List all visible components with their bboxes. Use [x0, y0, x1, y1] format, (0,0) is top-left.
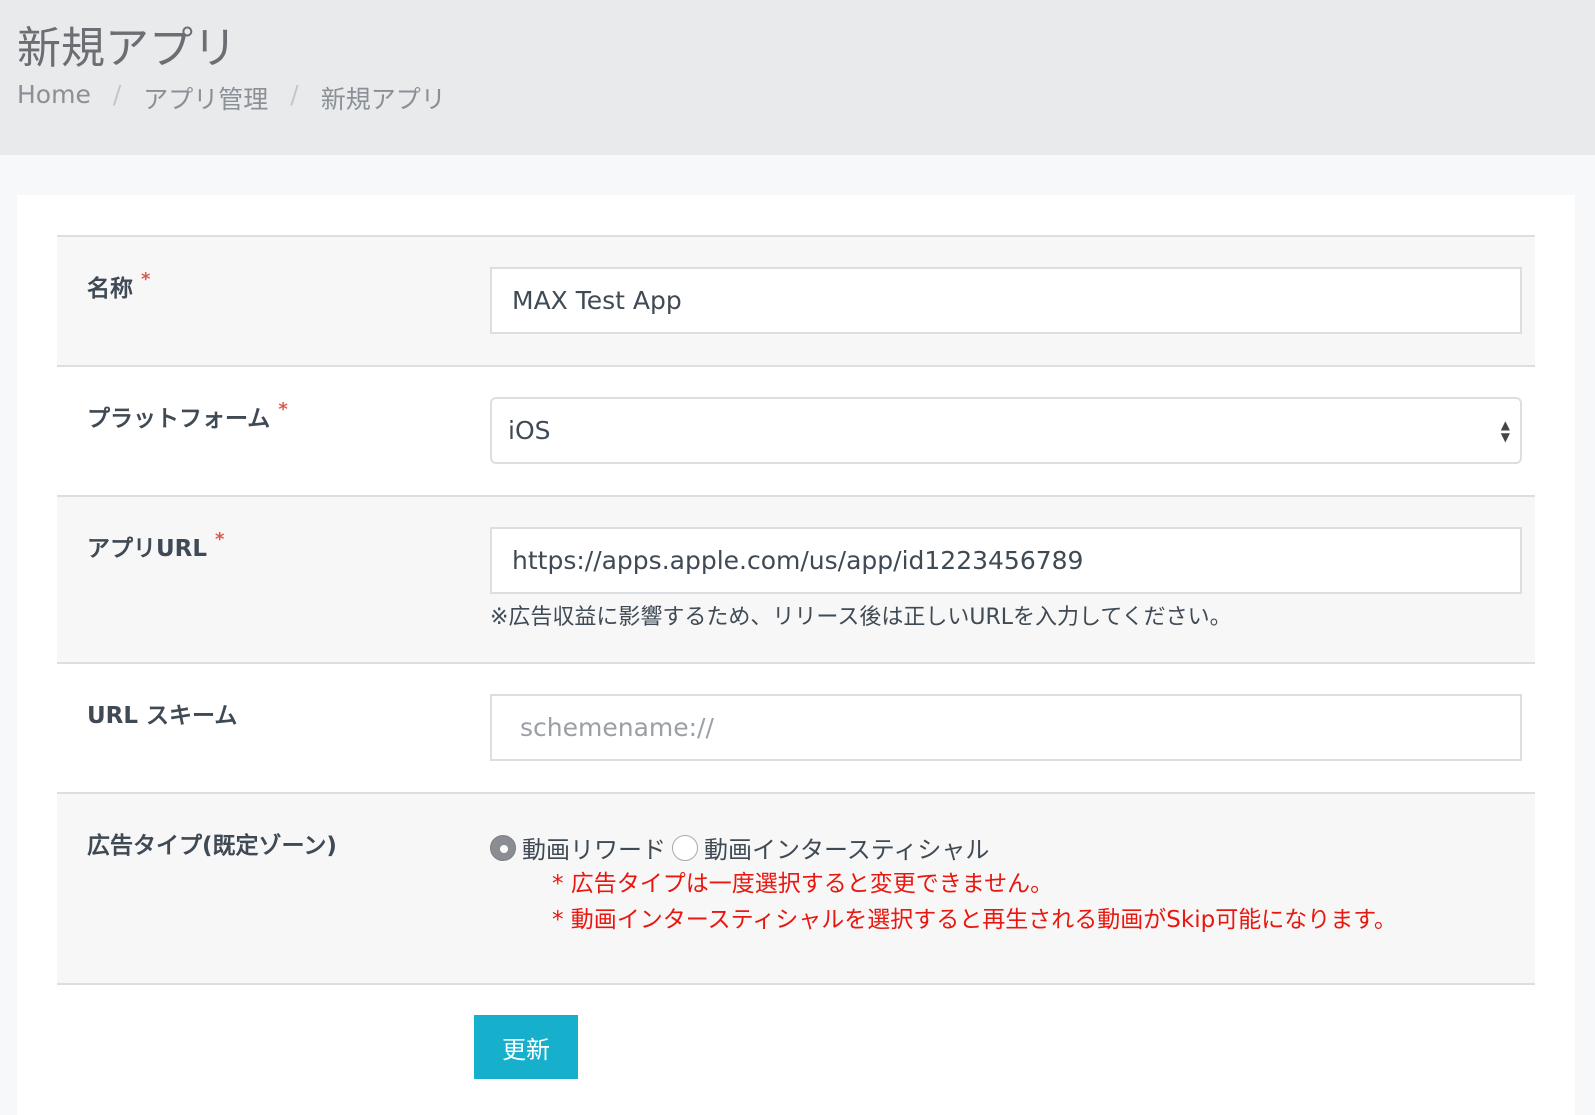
url-scheme-input[interactable]: schemename:// [490, 694, 1522, 761]
breadcrumb-separator: / [290, 80, 299, 109]
ad-type-note-1: * 広告タイプは一度選択すると変更できません。 [552, 871, 1054, 897]
breadcrumb: Home / アプリ管理 / 新規アプリ [17, 80, 446, 116]
required-mark: * [215, 529, 225, 550]
name-label: 名称 * [87, 269, 150, 303]
app-url-input[interactable]: https://apps.apple.com/us/app/id12234567… [490, 527, 1522, 594]
breadcrumb-separator: / [112, 80, 122, 109]
url-scheme-label: URL スキーム [87, 703, 238, 729]
platform-value: iOS [508, 416, 551, 445]
select-arrows-icon: ▲ ▼ [1500, 418, 1510, 444]
app-url-row: アプリURL * https://apps.apple.com/us/app/id… [57, 495, 1535, 662]
label-text: 名称 [87, 276, 133, 302]
platform-row: プラットフォーム * iOS ▲ ▼ [57, 365, 1535, 495]
label-text: プラットフォーム [87, 406, 271, 432]
app-url-label: アプリURL * [87, 529, 224, 563]
ad-type-label: 広告タイプ(既定ゾーン) [87, 833, 337, 859]
breadcrumb-app-management[interactable]: アプリ管理 [143, 80, 268, 116]
breadcrumb-current: 新規アプリ [320, 85, 446, 114]
radio-video-reward[interactable] [490, 834, 516, 861]
radio-label-video-reward[interactable]: 動画リワード [522, 830, 666, 865]
name-input[interactable]: MAX Test App [490, 267, 1522, 334]
update-button[interactable]: 更新 [474, 1015, 578, 1079]
required-mark: * [278, 399, 288, 420]
breadcrumb-home[interactable]: Home [17, 80, 91, 116]
platform-label: プラットフォーム * [87, 399, 288, 433]
url-scheme-row: URL スキーム schemename:// [57, 662, 1535, 792]
url-scheme-placeholder: schemename:// [520, 713, 714, 742]
radio-video-interstitial[interactable] [672, 834, 698, 861]
form-card: 名称 * MAX Test App プラットフォーム * iOS ▲ ▼ アプリURL… [17, 195, 1575, 1115]
page-title: 新規アプリ [17, 23, 237, 74]
platform-select[interactable]: iOS ▲ ▼ [490, 397, 1522, 464]
required-mark: * [141, 269, 151, 290]
app-url-help: ※広告収益に影響するため、リリース後は正しいURLを入力してください。 [490, 605, 1232, 630]
radio-label-video-interstitial[interactable]: 動画インタースティシャル [704, 830, 989, 865]
page-header: 新規アプリ Home / アプリ管理 / 新規アプリ [0, 0, 1595, 155]
name-row: 名称 * MAX Test App [57, 235, 1535, 365]
ad-type-note-2: * 動画インタースティシャルを選択すると再生される動画がSkip可能になります。 [552, 907, 1397, 933]
ad-type-row: 広告タイプ(既定ゾーン) 動画リワード 動画インタースティシャル * 広告タイプ… [57, 792, 1535, 985]
label-text: アプリURL [87, 536, 208, 562]
ad-type-radio-group: 動画リワード 動画インタースティシャル [490, 830, 989, 865]
